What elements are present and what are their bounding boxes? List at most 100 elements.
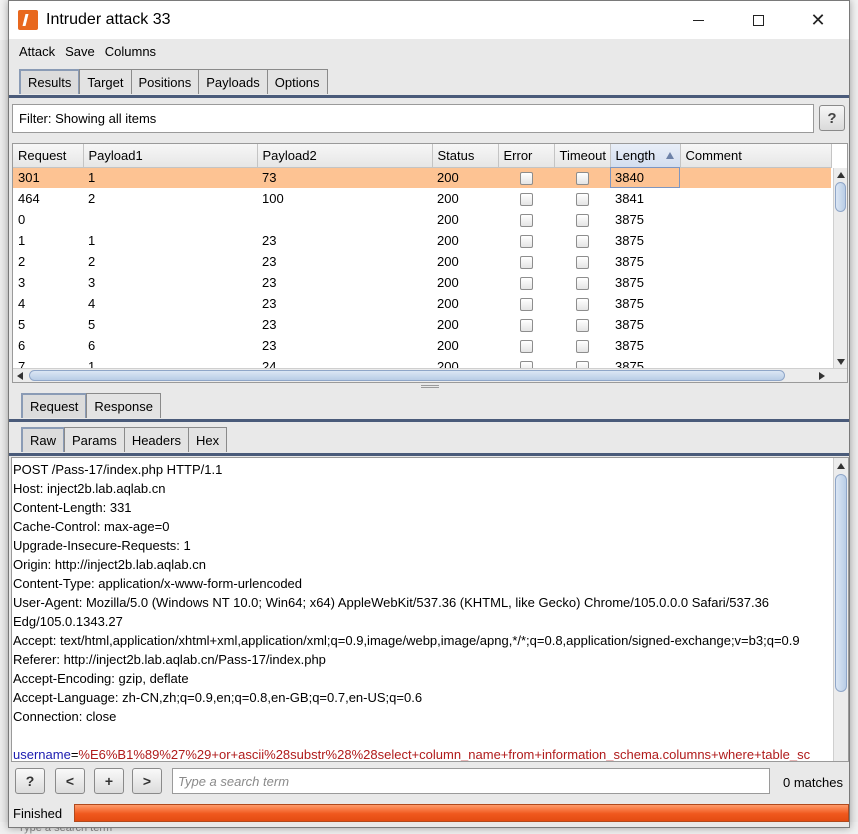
table-row[interactable]: 4 4 23 200 3875	[13, 293, 831, 314]
table-row[interactable]: 301 1 73 200 3840	[13, 167, 831, 188]
col-header-length-label: Length	[615, 147, 656, 163]
col-header-timeout[interactable]: Timeout	[554, 144, 611, 168]
match-count: 0 matches	[783, 775, 843, 790]
tab-headers[interactable]: Headers	[123, 427, 189, 452]
table-row[interactable]: 0 200 3875	[13, 209, 831, 230]
cell-payload2: 100	[262, 191, 284, 206]
col-header-comment[interactable]: Comment	[680, 144, 832, 168]
table-row[interactable]: 464 2 100 200 3841	[13, 188, 831, 209]
editor-scroll-thumb[interactable]	[835, 474, 847, 692]
view-tab-underline	[9, 453, 849, 456]
col-header-payload1[interactable]: Payload1	[83, 144, 258, 168]
table-row[interactable]: 3 3 23 200 3875	[13, 272, 831, 293]
scroll-thumb[interactable]	[835, 182, 846, 212]
menu-save[interactable]: Save	[65, 44, 95, 59]
tab-params[interactable]: Params	[64, 427, 125, 452]
timeout-checkbox	[575, 298, 589, 312]
pane-splitter-handle[interactable]	[421, 385, 439, 388]
cell-comment	[680, 314, 831, 335]
col-header-status[interactable]: Status	[432, 144, 499, 168]
scroll-up-icon[interactable]	[837, 463, 845, 469]
status-bar: Finished	[9, 801, 849, 827]
next-match-button[interactable]: >	[132, 768, 162, 794]
menu-attack[interactable]: Attack	[19, 44, 55, 59]
scroll-up-icon[interactable]	[837, 172, 845, 178]
cell-payload1: 1	[88, 233, 96, 248]
table-row[interactable]: 1 1 23 200 3875	[13, 230, 831, 251]
table-row[interactable]: 6 6 23 200 3875	[13, 335, 831, 356]
sort-ascending-icon	[665, 152, 674, 159]
tab-results[interactable]: Results	[19, 69, 81, 94]
scroll-down-icon[interactable]	[837, 359, 845, 365]
raw-request-editor[interactable]: POST /Pass-17/index.php HTTP/1.1 Host: i…	[11, 457, 849, 762]
cell-request: 6	[18, 338, 26, 353]
maximize-icon	[752, 14, 764, 26]
cell-comment	[680, 188, 831, 209]
cell-payload2: 23	[262, 338, 277, 353]
error-checkbox	[519, 298, 533, 312]
tab-positions[interactable]: Positions	[130, 69, 200, 94]
table-row[interactable]: 5 5 23 200 3875	[13, 314, 831, 335]
cell-payload2: 23	[262, 317, 277, 332]
error-checkbox	[519, 256, 533, 270]
timeout-checkbox	[575, 172, 589, 186]
search-input[interactable]	[172, 768, 770, 794]
menu-columns[interactable]: Columns	[105, 44, 156, 59]
tab-options[interactable]: Options	[266, 69, 328, 94]
table-row[interactable]: 2 2 23 200 3875	[13, 251, 831, 272]
tab-target[interactable]: Target	[79, 69, 132, 94]
add-search-button[interactable]: +	[94, 768, 124, 794]
request-line: POST /Pass-17/index.php HTTP/1.1	[13, 462, 223, 477]
cell-payload1: 2	[88, 191, 96, 206]
col-header-length[interactable]: Length	[610, 144, 681, 168]
cell-length: 3875	[615, 317, 644, 332]
timeout-checkbox	[575, 340, 589, 354]
error-checkbox	[519, 235, 533, 249]
cell-payload2: 23	[262, 233, 277, 248]
header-line: Host: inject2b.lab.aqlab.cn	[13, 481, 166, 496]
content-area: Results Target Positions Payloads Option…	[9, 63, 849, 827]
cell-error	[498, 314, 554, 335]
error-checkbox	[519, 214, 533, 228]
filter-help-button[interactable]: ?	[819, 105, 845, 131]
tab-response[interactable]: Response	[86, 393, 161, 418]
maximize-button[interactable]	[727, 1, 789, 39]
search-bar: ? < + > 0 matches	[9, 763, 849, 799]
cell-payload1	[83, 209, 257, 230]
tab-hex[interactable]: Hex	[187, 427, 228, 452]
close-icon: ✕	[810, 9, 826, 30]
filter-bar[interactable]: Filter: Showing all items	[12, 104, 814, 133]
main-tab-underline	[9, 95, 849, 98]
col-header-request[interactable]: Request	[13, 144, 84, 168]
cell-length: 3875	[615, 233, 644, 248]
cell-length: 3875	[615, 296, 644, 311]
cell-timeout	[554, 230, 610, 251]
header-line: Upgrade-Insecure-Requests: 1	[13, 538, 191, 553]
results-vertical-scrollbar[interactable]	[833, 168, 847, 369]
detail-tab-bar: Request Response	[21, 393, 161, 418]
cell-length: 3875	[615, 254, 644, 269]
view-tab-bar: Raw Params Headers Hex	[21, 427, 228, 452]
tab-payloads[interactable]: Payloads	[198, 69, 268, 94]
cell-error	[498, 272, 554, 293]
minimize-button[interactable]	[667, 1, 729, 39]
col-header-error[interactable]: Error	[498, 144, 555, 168]
close-button[interactable]: ✕	[787, 1, 849, 39]
cell-request: 464	[18, 191, 40, 206]
col-header-payload2[interactable]: Payload2	[257, 144, 433, 168]
tab-raw[interactable]: Raw	[21, 427, 66, 452]
scroll-thumb-horizontal[interactable]	[29, 370, 785, 381]
tab-request[interactable]: Request	[21, 393, 88, 418]
body-param-line: username=%E6%B1%89%27%29+or+ascii%28subs…	[13, 745, 831, 761]
cell-comment	[680, 167, 831, 188]
cell-length: 3841	[615, 191, 644, 206]
editor-vertical-scrollbar[interactable]	[833, 458, 848, 761]
cell-request: 2	[18, 254, 26, 269]
results-horizontal-scrollbar[interactable]	[13, 368, 847, 382]
scroll-right-icon[interactable]	[819, 372, 825, 380]
scroll-left-icon[interactable]	[17, 372, 23, 380]
previous-match-button[interactable]: <	[55, 768, 85, 794]
progress-fill	[75, 805, 848, 821]
search-help-button[interactable]: ?	[15, 768, 45, 794]
header-line: Accept-Encoding: gzip, deflate	[13, 671, 189, 686]
